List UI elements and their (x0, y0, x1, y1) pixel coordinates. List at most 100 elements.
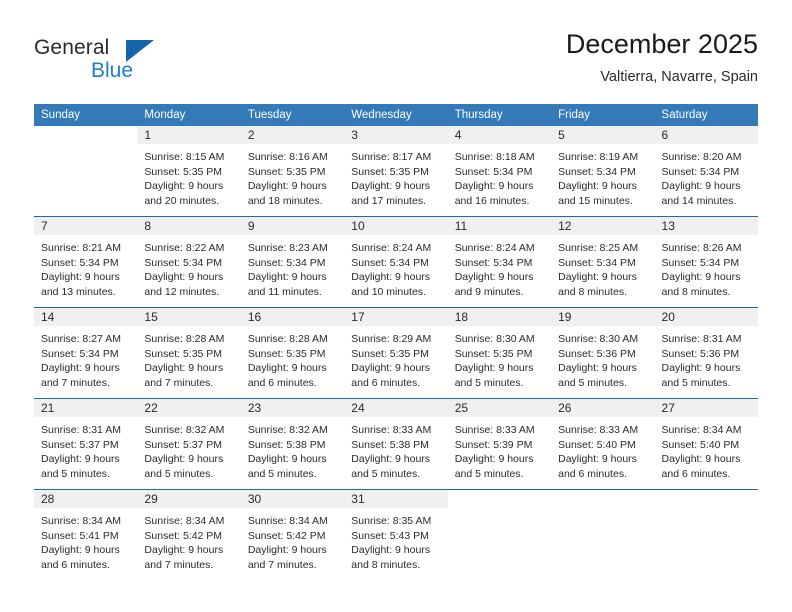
day-details (448, 508, 551, 514)
day-cell-inner: 1 Sunrise: 8:15 AM Sunset: 5:35 PM Daylight… (137, 126, 241, 216)
calendar-day-cell[interactable]: 16 Sunrise: 8:28 AM Sunset: 5:35 PM Dayligh… (240, 308, 345, 399)
calendar-day-cell[interactable]: 26 Sunrise: 8:33 AM Sunset: 5:40 PM Dayligh… (551, 399, 655, 490)
daylight-text: and 8 minutes. (661, 285, 731, 298)
day-number: 27 (654, 399, 758, 417)
calendar-day-cell[interactable]: 30 Sunrise: 8:34 AM Sunset: 5:42 PM Dayligh… (240, 490, 345, 581)
calendar-day-cell[interactable]: 13 Sunrise: 8:26 AM Sunset: 5:34 PM Dayligh… (654, 217, 758, 308)
calendar-day-cell[interactable]: 31 Sunrise: 8:35 AM Sunset: 5:43 PM Dayligh… (344, 490, 448, 581)
calendar-day-cell[interactable]: 24 Sunrise: 8:33 AM Sunset: 5:38 PM Dayligh… (344, 399, 448, 490)
sunset-text: Sunset: 5:39 PM (454, 438, 533, 451)
sunrise-text: Sunrise: 8:34 AM (661, 424, 742, 436)
sunrise-text: Sunrise: 8:20 AM (661, 151, 742, 163)
calendar-day-cell[interactable]: 15 Sunrise: 8:28 AM Sunset: 5:35 PM Dayligh… (137, 308, 241, 399)
weekday-header-saturday: Saturday (654, 104, 758, 126)
daylight-text: and 5 minutes. (41, 467, 110, 480)
sunset-text: Sunset: 5:35 PM (351, 165, 429, 178)
day-cell-inner: 22 Sunrise: 8:32 AM Sunset: 5:37 PM Dayligh… (137, 399, 241, 489)
day-cell-inner: 2 Sunrise: 8:16 AM Sunset: 5:35 PM Daylight… (240, 126, 345, 216)
page-header: General Blue December 2025 Valtierra, Na… (34, 28, 758, 96)
sunset-text: Sunset: 5:35 PM (247, 165, 326, 178)
calendar-day-cell[interactable]: 20 Sunrise: 8:31 AM Sunset: 5:36 PM Dayligh… (654, 308, 758, 399)
day-details (34, 144, 137, 150)
calendar-day-cell[interactable]: 14 Sunrise: 8:27 AM Sunset: 5:34 PM Dayligh… (34, 308, 138, 399)
day-number: 31 (344, 490, 448, 508)
day-cell-inner: 15 Sunrise: 8:28 AM Sunset: 5:35 PM Dayligh… (137, 308, 241, 398)
daylight-text: Daylight: 9 hours (41, 544, 120, 557)
calendar-day-cell[interactable]: 17 Sunrise: 8:29 AM Sunset: 5:35 PM Dayligh… (344, 308, 448, 399)
sunrise-text: Sunrise: 8:33 AM (454, 424, 535, 436)
calendar-day-cell[interactable]: 27 Sunrise: 8:34 AM Sunset: 5:40 PM Dayligh… (654, 399, 758, 490)
day-number: 28 (34, 490, 138, 508)
day-number (34, 126, 137, 144)
daylight-text: Daylight: 9 hours (661, 271, 741, 284)
day-number: 22 (137, 399, 241, 417)
calendar-day-cell[interactable]: 8 Sunrise: 8:22 AM Sunset: 5:34 PM Daylight… (137, 217, 241, 308)
sunrise-text: Sunrise: 8:19 AM (558, 151, 639, 163)
calendar-day-cell[interactable]: 29 Sunrise: 8:34 AM Sunset: 5:42 PM Dayligh… (137, 490, 241, 581)
sunset-text: Sunset: 5:35 PM (454, 347, 533, 360)
calendar-day-cell[interactable]: 1 Sunrise: 8:15 AM Sunset: 5:35 PM Daylight… (137, 126, 241, 217)
sunset-text: Sunset: 5:34 PM (144, 256, 223, 269)
daylight-text: Daylight: 9 hours (558, 180, 637, 193)
calendar-day-cell[interactable]: 10 Sunrise: 8:24 AM Sunset: 5:34 PM Dayligh… (344, 217, 448, 308)
day-cell-inner: 8 Sunrise: 8:22 AM Sunset: 5:34 PM Daylight… (137, 217, 241, 307)
day-number: 6 (654, 126, 758, 144)
calendar-day-cell[interactable]: 4 Sunrise: 8:18 AM Sunset: 5:34 PM Daylight… (447, 126, 552, 217)
day-number: 2 (240, 126, 345, 144)
page-subtitle: Valtierra, Navarre, Spain (600, 69, 758, 85)
calendar-day-cell[interactable]: 22 Sunrise: 8:32 AM Sunset: 5:37 PM Dayligh… (137, 399, 241, 490)
day-cell-inner (551, 490, 654, 580)
calendar-week-row: 7 Sunrise: 8:21 AM Sunset: 5:34 PM Daylight… (34, 216, 758, 308)
calendar-day-cell[interactable]: 5 Sunrise: 8:19 AM Sunset: 5:34 PM Daylight… (551, 126, 655, 217)
daylight-text: Daylight: 9 hours (661, 362, 741, 375)
calendar-day-cell[interactable]: 28 Sunrise: 8:34 AM Sunset: 5:41 PM Dayligh… (34, 490, 138, 581)
sunrise-text: Sunrise: 8:16 AM (247, 151, 328, 163)
sunrise-text: Sunrise: 8:34 AM (41, 515, 121, 527)
calendar-day-cell[interactable]: 6 Sunrise: 8:20 AM Sunset: 5:34 PM Daylight… (654, 126, 758, 217)
daylight-text: Daylight: 9 hours (144, 544, 224, 557)
day-details: Sunrise: 8:33 AM Sunset: 5:38 PM Daylight:… (344, 417, 447, 481)
calendar-day-cell[interactable]: 19 Sunrise: 8:30 AM Sunset: 5:36 PM Dayligh… (551, 308, 655, 399)
daylight-text: and 6 minutes. (661, 467, 731, 480)
day-details: Sunrise: 8:20 AM Sunset: 5:34 PM Daylight:… (655, 144, 758, 208)
calendar-day-cell[interactable]: 23 Sunrise: 8:32 AM Sunset: 5:38 PM Dayligh… (240, 399, 345, 490)
calendar-day-cell[interactable]: 2 Sunrise: 8:16 AM Sunset: 5:35 PM Daylight… (240, 126, 345, 217)
daylight-text: Daylight: 9 hours (144, 362, 224, 375)
calendar-day-cell[interactable]: 21 Sunrise: 8:31 AM Sunset: 5:37 PM Dayligh… (34, 399, 138, 490)
day-cell-inner: 30 Sunrise: 8:34 AM Sunset: 5:42 PM Dayligh… (240, 490, 345, 580)
day-details: Sunrise: 8:26 AM Sunset: 5:34 PM Daylight:… (655, 235, 758, 299)
day-details: Sunrise: 8:27 AM Sunset: 5:34 PM Daylight:… (34, 326, 137, 390)
calendar-day-cell[interactable]: 18 Sunrise: 8:30 AM Sunset: 5:35 PM Dayligh… (447, 308, 552, 399)
brand-logo[interactable]: General Blue (34, 36, 214, 92)
calendar-day-cell[interactable]: 11 Sunrise: 8:24 AM Sunset: 5:34 PM Dayligh… (447, 217, 552, 308)
daylight-text: Daylight: 9 hours (247, 180, 327, 193)
day-details: Sunrise: 8:21 AM Sunset: 5:34 PM Daylight:… (34, 235, 137, 299)
day-number: 29 (137, 490, 241, 508)
sunrise-text: Sunrise: 8:25 AM (558, 242, 639, 254)
day-number: 18 (447, 308, 552, 326)
day-cell-inner: 11 Sunrise: 8:24 AM Sunset: 5:34 PM Dayligh… (447, 217, 552, 307)
sunset-text: Sunset: 5:34 PM (41, 256, 119, 269)
daylight-text: and 5 minutes. (351, 467, 421, 480)
calendar-week-row: 14 Sunrise: 8:27 AM Sunset: 5:34 PM Dayligh… (34, 307, 758, 399)
sunrise-text: Sunrise: 8:30 AM (558, 333, 639, 345)
daylight-text: and 8 minutes. (351, 558, 421, 571)
day-cell-inner: 4 Sunrise: 8:18 AM Sunset: 5:34 PM Daylight… (447, 126, 552, 216)
calendar-day-cell[interactable]: 9 Sunrise: 8:23 AM Sunset: 5:34 PM Daylight… (240, 217, 345, 308)
calendar-day-cell[interactable]: 25 Sunrise: 8:33 AM Sunset: 5:39 PM Dayligh… (447, 399, 552, 490)
calendar-day-cell[interactable]: 12 Sunrise: 8:25 AM Sunset: 5:34 PM Dayligh… (551, 217, 655, 308)
day-number (448, 490, 551, 508)
calendar-day-cell[interactable]: 3 Sunrise: 8:17 AM Sunset: 5:35 PM Daylight… (344, 126, 448, 217)
calendar-page: General Blue December 2025 Valtierra, Na… (0, 0, 792, 612)
sunset-text: Sunset: 5:34 PM (558, 256, 636, 269)
calendar-empty-cell (551, 490, 654, 581)
sunset-text: Sunset: 5:42 PM (144, 529, 223, 542)
calendar-day-cell[interactable]: 7 Sunrise: 8:21 AM Sunset: 5:34 PM Daylight… (34, 217, 138, 308)
brand-name-blue: Blue (91, 59, 134, 82)
daylight-text: Daylight: 9 hours (351, 271, 431, 284)
sunrise-text: Sunrise: 8:33 AM (558, 424, 639, 436)
day-number: 30 (240, 490, 345, 508)
day-details: Sunrise: 8:28 AM Sunset: 5:35 PM Daylight:… (241, 326, 344, 390)
day-details: Sunrise: 8:32 AM Sunset: 5:37 PM Daylight:… (137, 417, 240, 481)
day-cell-inner: 3 Sunrise: 8:17 AM Sunset: 5:35 PM Daylight… (344, 126, 448, 216)
